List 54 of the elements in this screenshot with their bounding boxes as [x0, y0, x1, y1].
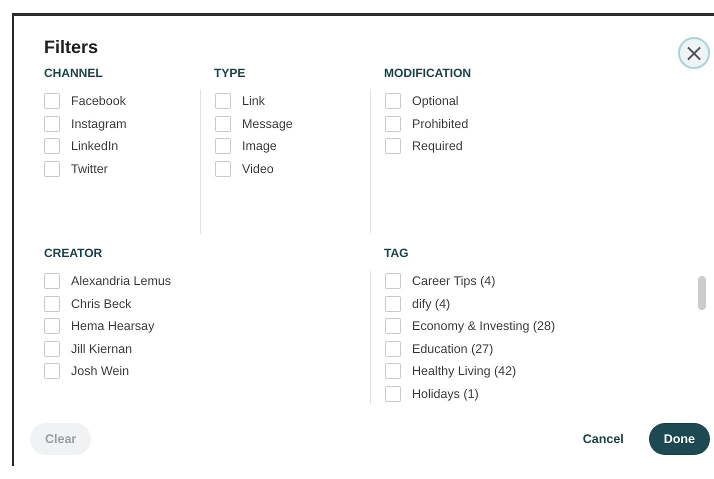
checkbox[interactable] [385, 116, 401, 132]
section-heading: MODIFICATION [384, 66, 472, 80]
checkbox[interactable] [44, 273, 60, 290]
option-label: Link [242, 94, 265, 108]
checkbox[interactable] [215, 116, 231, 132]
option-label: Message [242, 116, 293, 131]
option-label: LinkedIn [71, 139, 118, 154]
section-heading: TYPE [214, 66, 246, 80]
section-heading: TAG [384, 246, 410, 260]
option-label: Healthy Living (42) [412, 364, 516, 378]
checkbox[interactable] [215, 138, 231, 154]
option-label: Jill Kiernan [71, 342, 132, 356]
checkbox[interactable] [44, 363, 60, 380]
done-button[interactable]: Done [648, 423, 710, 455]
checkbox[interactable] [385, 138, 401, 154]
cancel-button[interactable]: Cancel [568, 423, 639, 455]
scrollbar-thumb[interactable] [698, 276, 706, 310]
option-label: Career Tips (4) [412, 274, 496, 288]
option-label: Twitter [71, 162, 108, 176]
checkbox[interactable] [44, 160, 60, 177]
option-label: Josh Wein [71, 364, 130, 378]
option-label: Holidays (1) [412, 386, 479, 401]
option-label: Education (27) [412, 342, 494, 356]
checkbox[interactable] [44, 340, 60, 357]
checkbox[interactable] [44, 296, 60, 312]
checkbox[interactable] [385, 363, 401, 380]
option-label: Facebook [71, 94, 126, 108]
checkbox[interactable] [385, 340, 401, 357]
option-label: Video [242, 162, 274, 176]
option-label: Prohibited [412, 116, 468, 131]
checkbox[interactable] [44, 93, 60, 110]
checkbox[interactable] [44, 318, 60, 334]
option-label: Economy & Investing (28) [412, 319, 556, 334]
section-heading: CHANNEL [44, 66, 104, 80]
checkbox[interactable] [385, 296, 401, 312]
checkbox[interactable] [385, 273, 401, 290]
section-heading: CREATOR [44, 246, 104, 260]
checkbox[interactable] [385, 93, 401, 110]
option-label: Image [242, 139, 277, 154]
checkbox[interactable] [44, 138, 60, 154]
checkbox[interactable] [215, 93, 231, 110]
checkbox[interactable] [215, 160, 231, 177]
option-label: Chris Beck [71, 296, 132, 311]
option-label: Hema Hearsay [71, 319, 154, 334]
checkbox[interactable] [385, 318, 401, 334]
dialog-title: Filters [44, 36, 98, 58]
checkbox[interactable] [385, 386, 401, 402]
option-label: Required [412, 139, 463, 154]
option-label: Instagram [71, 116, 127, 131]
option-label: Alexandria Lemus [71, 274, 172, 288]
option-label: dify (4) [412, 296, 450, 311]
close-button[interactable]: × [678, 37, 710, 69]
checkbox[interactable] [44, 116, 60, 132]
option-label: Optional [412, 94, 459, 108]
